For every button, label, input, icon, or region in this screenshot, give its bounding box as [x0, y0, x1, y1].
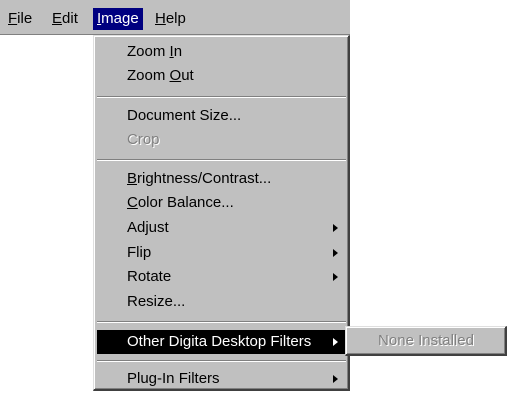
submenu-arrow-icon — [333, 273, 338, 281]
menu-image[interactable]: Image — [93, 8, 143, 30]
plugin-filters-label: Plug-In Filters — [127, 370, 220, 387]
menu-item-resize[interactable]: Resize... — [97, 290, 346, 314]
menu-image-label: mage — [101, 10, 139, 27]
menu-file-label: ile — [17, 10, 33, 27]
menu-bar: File Edit Image Help — [0, 0, 350, 35]
color-balance-label-end: olor Balance... — [137, 194, 234, 211]
color-balance-mnemonic: C — [127, 194, 138, 211]
image-menu: Zoom In Zoom Out Document Size... Crop B… — [93, 35, 350, 391]
menu-help[interactable]: Help — [151, 8, 190, 30]
submenu-arrow-icon — [333, 249, 338, 257]
brightness-mnemonic: B — [127, 170, 138, 187]
flip-label: Flip — [127, 244, 152, 261]
menu-separator — [97, 360, 346, 362]
none-installed-label: None Installed — [378, 332, 474, 349]
zoom-in-label-end: n — [173, 43, 183, 60]
adjust-label: Adjust — [127, 219, 169, 236]
menu-file[interactable]: File — [4, 8, 36, 30]
menu-separator — [97, 96, 346, 98]
menu-item-flip[interactable]: Flip — [97, 241, 346, 265]
menu-help-label: elp — [165, 10, 186, 27]
other-filters-label: Other Digita Desktop Filters — [127, 333, 312, 350]
menu-item-zoom-in[interactable]: Zoom In — [97, 40, 346, 64]
menu-help-mnemonic: H — [155, 10, 166, 27]
menu-item-other-digita-desktop-filters[interactable]: Other Digita Desktop Filters — [97, 330, 346, 354]
zoom-out-mnemonic: O — [169, 67, 182, 84]
zoom-out-label-end: ut — [181, 67, 194, 84]
menu-edit-mnemonic: E — [52, 10, 63, 27]
zoom-out-label-start: Zoom — [127, 67, 170, 84]
menu-item-crop: Crop — [97, 128, 346, 152]
menu-edit-label: dit — [62, 10, 78, 27]
menu-item-rotate[interactable]: Rotate — [97, 265, 346, 289]
document-size-label: Document Size... — [127, 107, 242, 124]
rotate-label: Rotate — [127, 268, 172, 285]
other-filters-submenu: None Installed — [345, 326, 507, 356]
menu-item-zoom-out[interactable]: Zoom Out — [97, 64, 346, 88]
menu-edit[interactable]: Edit — [48, 8, 82, 30]
menu-item-color-balance[interactable]: Color Balance... — [97, 191, 346, 215]
screen: File Edit Image Help Zoom In Zoom Out Do… — [0, 0, 507, 393]
brightness-label-end: rightness/Contrast... — [137, 170, 272, 187]
submenu-arrow-icon — [333, 224, 338, 232]
submenu-arrow-icon — [333, 338, 338, 346]
menu-item-document-size[interactable]: Document Size... — [97, 104, 346, 128]
submenu-item-none-installed: None Installed — [349, 330, 503, 352]
submenu-arrow-icon — [333, 375, 338, 383]
resize-label: Resize... — [127, 293, 186, 310]
menu-separator — [97, 159, 346, 161]
zoom-in-label-start: Zoom — [127, 43, 170, 60]
menu-item-plug-in-filters[interactable]: Plug-In Filters — [97, 367, 346, 391]
menu-file-mnemonic: F — [8, 10, 18, 27]
crop-label: Crop — [127, 131, 160, 148]
menu-item-brightness-contrast[interactable]: Brightness/Contrast... — [97, 167, 346, 191]
menu-item-adjust[interactable]: Adjust — [97, 216, 346, 240]
menu-separator — [97, 321, 346, 323]
